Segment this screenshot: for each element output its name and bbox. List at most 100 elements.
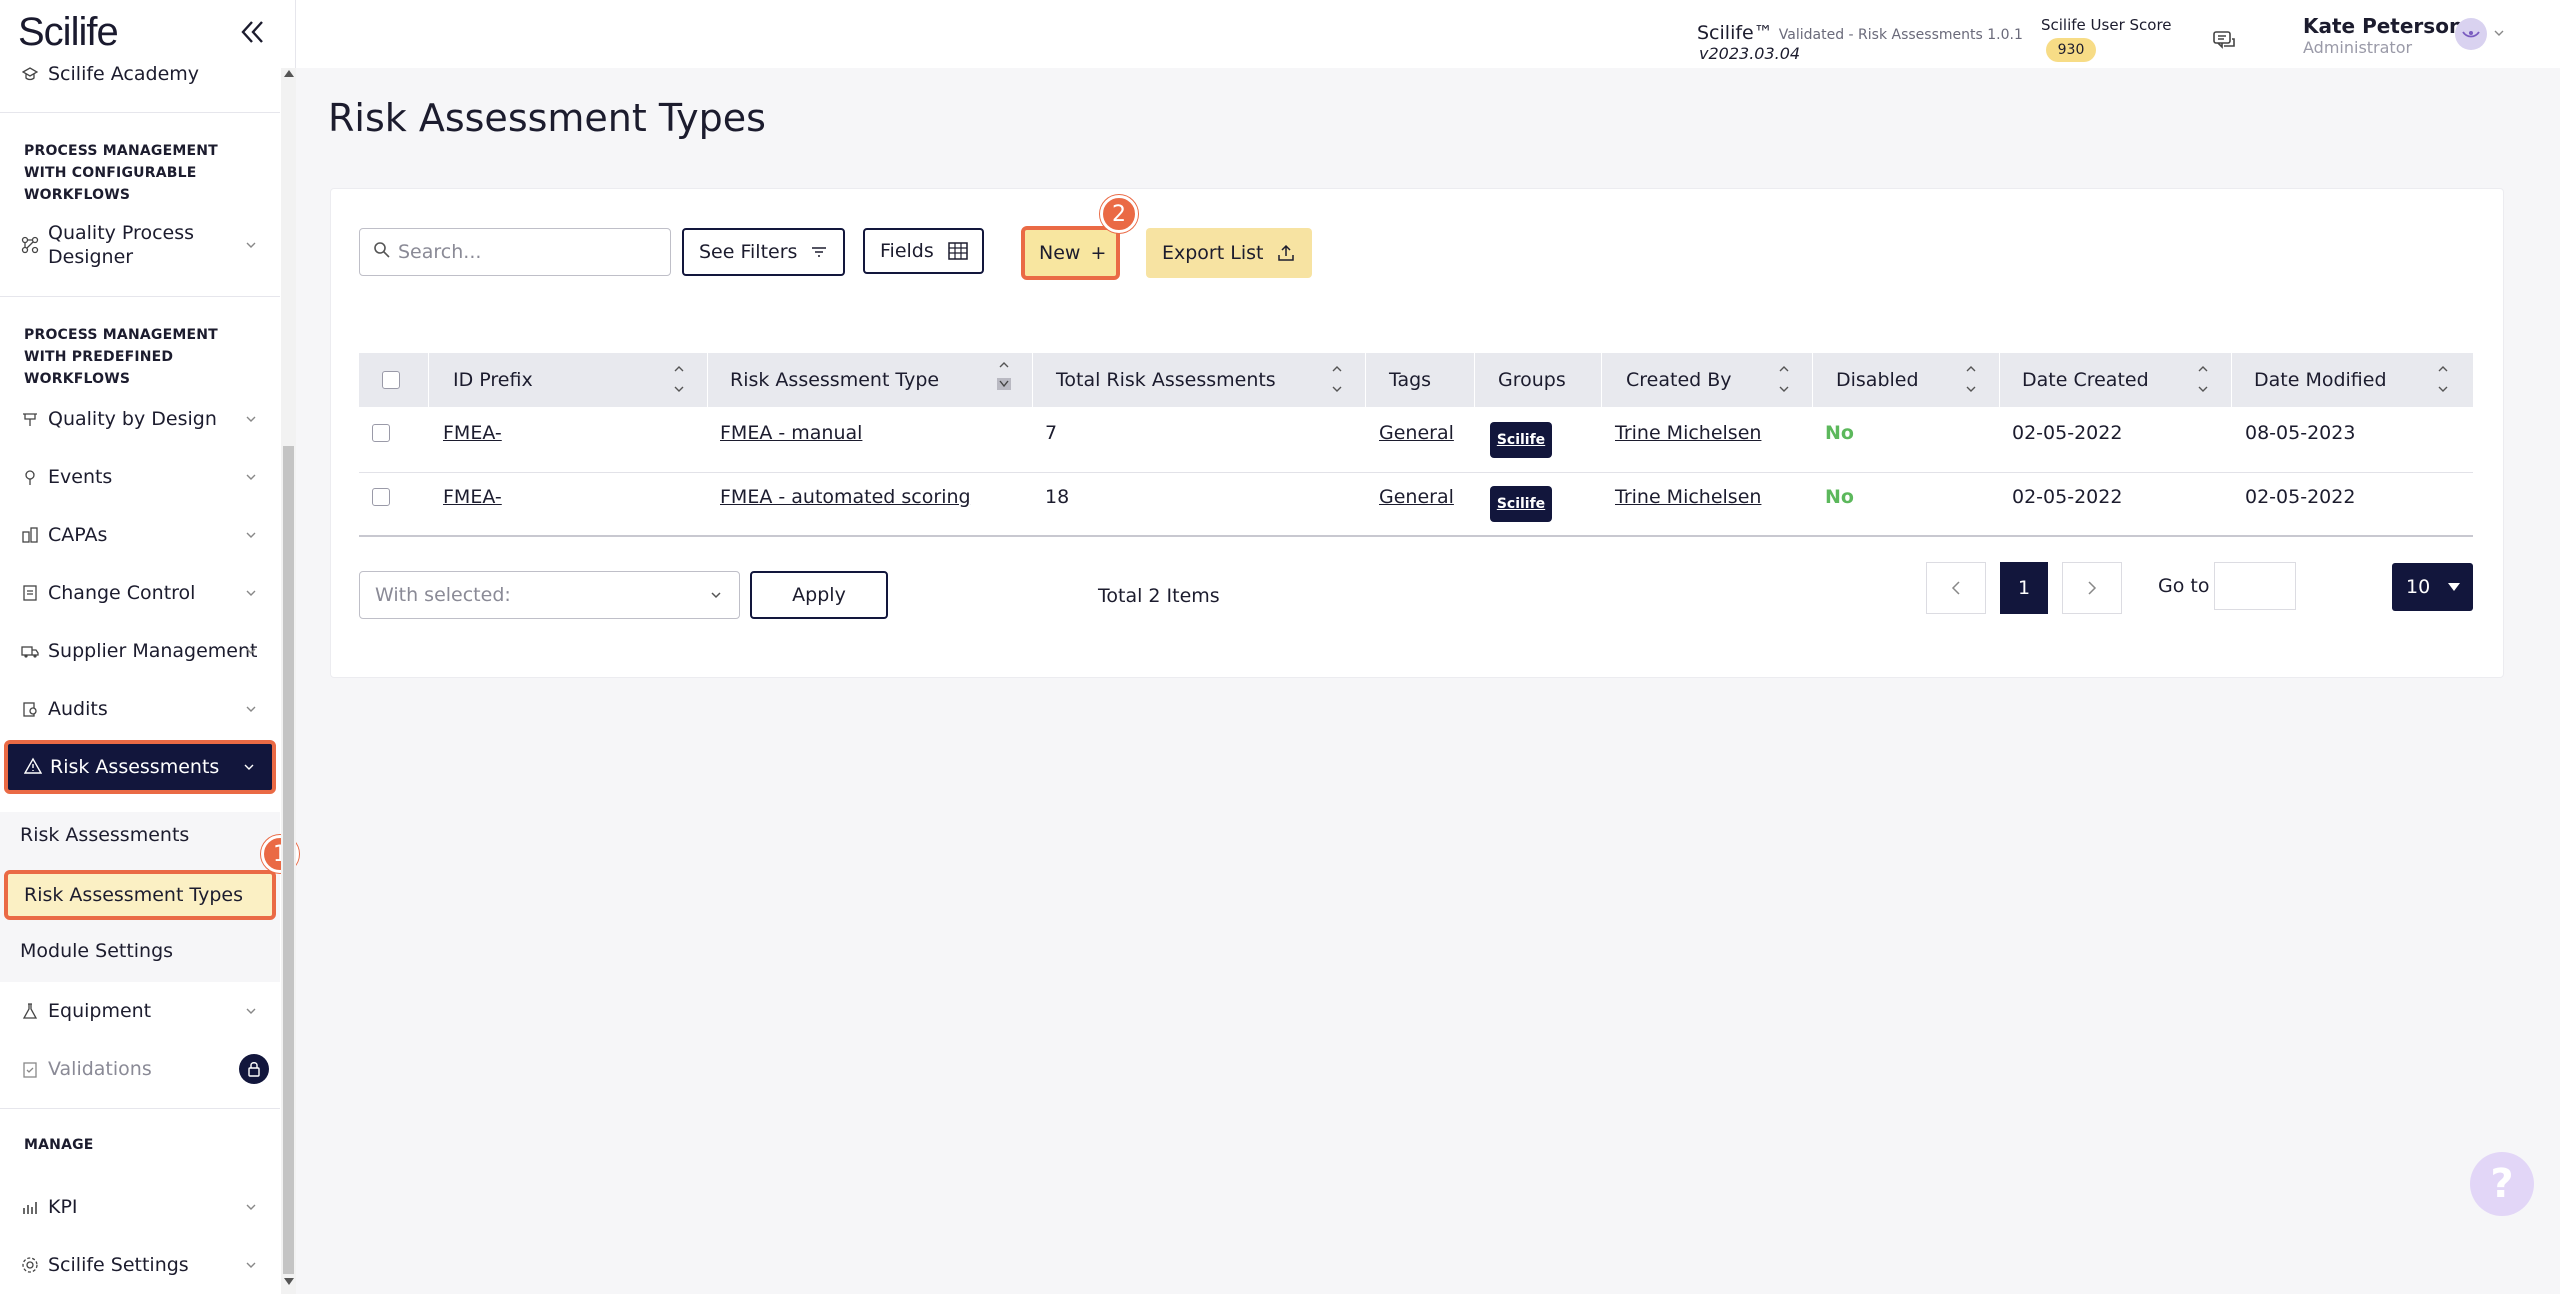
audit-icon: [20, 699, 40, 719]
chevron-down-icon: [246, 416, 256, 422]
sidebar-item-risk-assessments[interactable]: Risk Assessments: [4, 740, 276, 794]
sidebar-item-label: CAPAs: [48, 524, 108, 546]
sidebar-item-scilife-settings[interactable]: Scilife Settings: [0, 1250, 278, 1280]
sidebar-divider: [0, 1108, 280, 1109]
column-separator: [1812, 353, 1813, 407]
score-badge[interactable]: 930: [2046, 38, 2096, 62]
chevron-down-icon: [246, 590, 256, 596]
sub-item-module-settings[interactable]: Module Settings: [20, 940, 173, 962]
search-input[interactable]: Search...: [359, 228, 671, 276]
column-header-date-modified[interactable]: Date Modified: [2254, 353, 2387, 407]
chevron-down-icon: [244, 764, 254, 770]
id-prefix-link[interactable]: FMEA-: [443, 486, 502, 508]
chevron-down-icon: [246, 474, 256, 480]
with-selected-dropdown[interactable]: With selected:: [359, 571, 740, 619]
collapse-sidebar-icon[interactable]: [238, 14, 268, 50]
select-all-checkbox[interactable]: [382, 371, 400, 389]
tag-link[interactable]: General: [1379, 422, 1454, 444]
sort-icon[interactable]: [1777, 362, 1791, 396]
new-button[interactable]: New +: [1021, 226, 1120, 280]
sidebar-item-validations[interactable]: Validations: [0, 1054, 278, 1084]
column-header-risk-assessment-type[interactable]: Risk Assessment Type: [730, 353, 939, 407]
capa-icon: [20, 525, 40, 545]
created-by-link[interactable]: Trine Michelsen: [1615, 422, 1761, 444]
avatar[interactable]: [2455, 18, 2487, 50]
apply-button[interactable]: Apply: [750, 571, 888, 619]
sidebar-item-events[interactable]: Events: [0, 462, 278, 492]
sidebar-item-quality-by-design[interactable]: Quality by Design: [0, 404, 278, 434]
user-name[interactable]: Kate Peterson: [2303, 14, 2463, 38]
column-separator: [1365, 353, 1366, 407]
scroll-down-arrow-icon[interactable]: [284, 1278, 294, 1285]
score-label: Scilife User Score: [2041, 16, 2172, 34]
column-header-tags: Tags: [1389, 369, 1432, 391]
id-prefix-link[interactable]: FMEA-: [443, 422, 502, 444]
group-badge[interactable]: Scilife: [1490, 486, 1552, 522]
fields-label: Fields: [880, 240, 934, 262]
column-header-total-risk-assessments[interactable]: Total Risk Assessments: [1056, 353, 1276, 407]
sidebar-item-label: Risk Assessments: [50, 756, 220, 778]
lock-icon: [239, 1054, 269, 1084]
risk-assessment-type-link[interactable]: FMEA - automated scoring: [720, 486, 971, 508]
column-header-disabled[interactable]: Disabled: [1836, 353, 1919, 407]
next-page-button[interactable]: [2062, 562, 2122, 614]
column-header-created-by[interactable]: Created By: [1626, 353, 1732, 407]
scilife-logo[interactable]: Scilife: [18, 10, 119, 55]
sort-icon[interactable]: [1330, 362, 1344, 396]
column-separator: [1999, 353, 2000, 407]
page-size-select[interactable]: 10: [2392, 563, 2473, 611]
sidebar-item-kpi[interactable]: KPI: [0, 1192, 278, 1222]
chevron-down-icon: [246, 532, 256, 538]
see-filters-label: See Filters: [699, 241, 798, 263]
sort-icon[interactable]: [2196, 362, 2210, 396]
scroll-up-arrow-icon[interactable]: [284, 70, 294, 77]
section-title-predefined: PROCESS MANAGEMENT WITH PREDEFINED WORKF…: [24, 327, 218, 387]
sidebar-scrollbar-thumb[interactable]: [283, 446, 294, 1274]
column-separator: [1601, 353, 1602, 407]
sidebar-item-audits[interactable]: Audits: [0, 694, 278, 724]
risk-assessment-type-link[interactable]: FMEA - manual: [720, 422, 862, 444]
table-grid-icon: [948, 242, 968, 260]
date-modified: 02-05-2022: [2245, 486, 2356, 508]
column-header-id-prefix[interactable]: ID Prefix: [453, 353, 533, 407]
sort-icon[interactable]: [1964, 362, 1978, 396]
sidebar-item-change-control[interactable]: Change Control: [0, 578, 278, 608]
sub-item-risk-assessments[interactable]: Risk Assessments: [20, 824, 189, 846]
column-header-groups: Groups: [1498, 369, 1566, 391]
date-created: 02-05-2022: [2012, 422, 2123, 444]
group-badge[interactable]: Scilife: [1490, 422, 1552, 458]
sub-item-risk-assessment-types[interactable]: Risk Assessment Types: [4, 870, 276, 920]
total-items: Total 2 Items: [1098, 585, 1220, 607]
chevron-down-icon: [246, 706, 256, 712]
previous-page-button[interactable]: [1926, 562, 1986, 614]
sidebar-item-label: Quality by Design: [48, 408, 217, 430]
sidebar-item-supplier-management[interactable]: Supplier Management: [0, 636, 278, 666]
sidebar-divider: [0, 112, 280, 113]
filter-icon: [812, 247, 826, 257]
column-header-date-created[interactable]: Date Created: [2022, 353, 2149, 407]
row-checkbox[interactable]: [372, 424, 390, 442]
user-role: Administrator: [2303, 38, 2413, 57]
chevron-down-icon: [246, 1204, 256, 1210]
sidebar-item-capas[interactable]: CAPAs: [0, 520, 278, 550]
tag-link[interactable]: General: [1379, 486, 1454, 508]
help-button[interactable]: ?: [2470, 1152, 2534, 1216]
chat-icon[interactable]: [2212, 30, 2240, 56]
fields-button[interactable]: Fields: [863, 228, 984, 274]
sort-icon-active[interactable]: [997, 358, 1011, 392]
table-bottom-border: [359, 535, 2473, 537]
current-page[interactable]: 1: [2000, 562, 2048, 614]
sort-icon[interactable]: [672, 362, 686, 396]
row-checkbox[interactable]: [372, 488, 390, 506]
sort-icon[interactable]: [2436, 362, 2450, 396]
chevron-down-icon[interactable]: [2493, 28, 2505, 38]
export-list-button[interactable]: Export List: [1146, 228, 1312, 278]
sidebar-item-quality-process-designer[interactable]: Quality Process Designer: [0, 218, 278, 272]
column-separator: [1474, 353, 1475, 407]
go-to-page-input[interactable]: [2214, 562, 2296, 610]
created-by-link[interactable]: Trine Michelsen: [1615, 486, 1761, 508]
sidebar-item-scilife-academy[interactable]: Scilife Academy: [0, 60, 278, 88]
app-info: Scilife™ Validated - Risk Assessments 1.…: [1697, 22, 2023, 44]
see-filters-button[interactable]: See Filters: [682, 228, 845, 276]
sidebar-item-equipment[interactable]: Equipment: [0, 996, 278, 1026]
